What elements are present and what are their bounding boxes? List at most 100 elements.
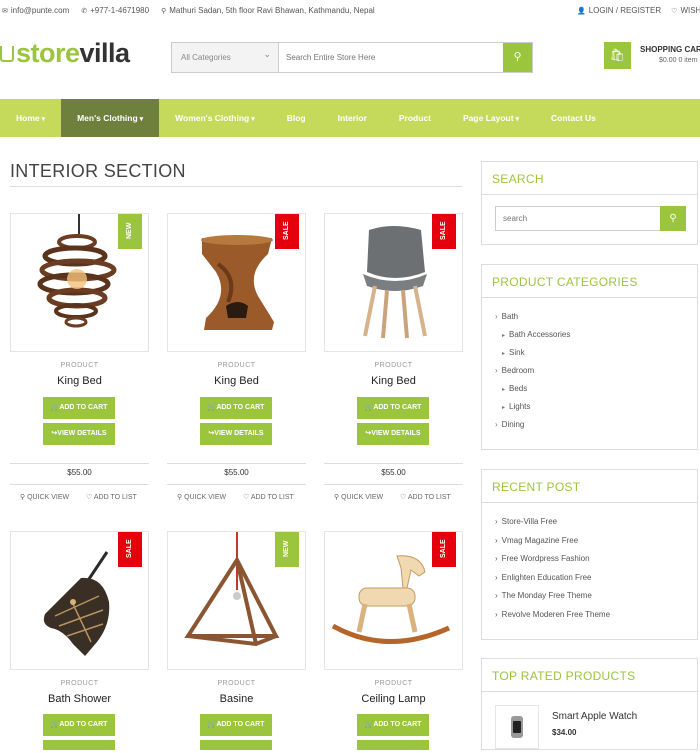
product-thumbnail[interactable] xyxy=(495,705,539,749)
divider xyxy=(324,484,463,485)
category-sink[interactable]: Sink xyxy=(502,348,525,357)
divider xyxy=(10,484,149,485)
new-badge: NEW xyxy=(275,532,299,567)
recent-post-link[interactable]: Revolve Moderen Free Theme xyxy=(495,610,610,619)
nav-product[interactable]: Product xyxy=(383,99,447,137)
product-name[interactable]: King Bed xyxy=(324,375,463,387)
add-to-cart-button[interactable]: 🛒ADD TO CART xyxy=(200,714,272,736)
add-to-cart-button[interactable]: 🛒ADD TO CART xyxy=(43,714,115,736)
add-to-cart-button[interactable]: 🛒ADD TO CART xyxy=(43,397,115,419)
view-details-button[interactable]: ↪VIEW DETAILS xyxy=(200,423,272,445)
divider xyxy=(324,463,463,464)
sidebar-search-button[interactable]: ⚲ xyxy=(660,206,686,231)
divider xyxy=(167,484,306,485)
product-image[interactable]: SALE xyxy=(167,213,306,352)
product-type: PRODUCT xyxy=(374,362,413,369)
quick-view-link[interactable]: ⚲ QUICK VIEW xyxy=(334,493,383,501)
recent-post-link[interactable]: Enlighten Education Free xyxy=(495,573,592,582)
cart-icon: 🛒 xyxy=(207,721,217,728)
search-input[interactable] xyxy=(279,43,503,72)
product-image[interactable]: SALE xyxy=(324,531,463,670)
cart-title: SHOPPING CAR xyxy=(640,45,700,54)
recent-post-widget: RECENT POST Store-Villa Free Vmag Magazi… xyxy=(481,469,698,640)
section-title: INTERIOR SECTION xyxy=(10,161,186,181)
shopping-cart[interactable]: 🛍 SHOPPING CAR $0.00 0 item xyxy=(604,42,700,69)
product-name[interactable]: King Bed xyxy=(167,375,306,387)
add-to-list-link[interactable]: ♡ ADD TO LIST xyxy=(86,493,137,501)
cart-logo-icon xyxy=(0,46,14,62)
nav-contact[interactable]: Contact Us xyxy=(535,99,612,137)
add-to-list-link[interactable]: ♡ ADD TO LIST xyxy=(400,493,451,501)
add-to-cart-button[interactable]: 🛒ADD TO CART xyxy=(200,397,272,419)
heart-icon: ♡ xyxy=(671,8,678,15)
search-icon: ⚲ xyxy=(334,494,340,501)
quick-view-link[interactable]: ⚲ QUICK VIEW xyxy=(177,493,226,501)
email-info[interactable]: ✉ info@punte.com xyxy=(2,6,69,15)
category-lights[interactable]: Lights xyxy=(502,402,530,411)
search-button[interactable]: ⚲ xyxy=(503,43,532,72)
nav-womens-clothing[interactable]: Women's Clothing xyxy=(159,99,271,137)
phone-info: ✆ +977-1-4671980 xyxy=(81,6,150,15)
product-name[interactable]: Basine xyxy=(167,693,306,705)
top-bar: ✉ info@punte.com ✆ +977-1-4671980 ⚲ Mathuri… xyxy=(0,0,700,20)
heart-icon: ♡ xyxy=(86,494,93,501)
quick-view-link[interactable]: ⚲ QUICK VIEW xyxy=(20,493,69,501)
recent-post-link[interactable]: The Monday Free Theme xyxy=(495,591,592,600)
nav-blog[interactable]: Blog xyxy=(271,99,322,137)
widget-title: PRODUCT CATEGORIES xyxy=(482,265,697,298)
search-icon: ⚲ xyxy=(513,51,522,63)
product-type: PRODUCT xyxy=(217,362,256,369)
product-image[interactable]: NEW xyxy=(10,213,149,352)
recent-post-link[interactable]: Free Wordpress Fashion xyxy=(495,554,590,563)
search-icon: ⚲ xyxy=(669,213,677,224)
cart-icon: 🛒 xyxy=(364,404,374,411)
recent-post-link[interactable]: Vmag Magazine Free xyxy=(495,536,578,545)
view-details-button[interactable]: ↪VIEW DETAILS xyxy=(43,423,115,445)
view-details-button[interactable]: ↪VIEW DETAILS xyxy=(357,423,429,445)
nav-interior[interactable]: Interior xyxy=(322,99,383,137)
wishlist-link[interactable]: ♡WISHLI xyxy=(671,6,700,15)
product-image[interactable]: SALE xyxy=(10,531,149,670)
login-link[interactable]: 👤 LOGIN / REGISTER xyxy=(577,6,661,15)
divider xyxy=(10,463,149,464)
heart-icon: ♡ xyxy=(400,494,407,501)
product-type: PRODUCT xyxy=(60,680,99,687)
product-type: PRODUCT xyxy=(217,680,256,687)
add-to-cart-button[interactable]: 🛒ADD TO CART xyxy=(357,397,429,419)
sidebar-search-input[interactable] xyxy=(495,206,661,231)
sale-badge: SALE xyxy=(118,532,142,567)
product-image[interactable]: NEW xyxy=(167,531,306,670)
address-info: ⚲ Mathuri Sadan, 5th floor Ravi Bhawan, K… xyxy=(161,6,375,15)
product-price: $55.00 xyxy=(224,468,249,477)
cart-icon: 🛒 xyxy=(50,404,60,411)
divider xyxy=(10,186,462,187)
add-to-cart-button[interactable]: 🛒ADD TO CART xyxy=(357,714,429,736)
view-details-button[interactable] xyxy=(43,740,115,750)
category-bedroom[interactable]: Bedroom xyxy=(495,366,534,375)
nav-mens-clothing[interactable]: Men's Clothing xyxy=(61,99,160,137)
sale-badge: SALE xyxy=(432,214,456,249)
new-badge: NEW xyxy=(118,214,142,249)
category-dining[interactable]: Dining xyxy=(495,420,525,429)
product-name[interactable]: King Bed xyxy=(10,375,149,387)
category-beds[interactable]: Beds xyxy=(502,384,527,393)
top-product-name[interactable]: Smart Apple Watch xyxy=(552,711,637,722)
category-select[interactable]: All Categories xyxy=(172,43,279,72)
product-name[interactable]: Ceiling Lamp xyxy=(324,693,463,705)
product-name[interactable]: Bath Shower xyxy=(10,693,149,705)
cart-icon: 🛒 xyxy=(50,721,60,728)
recent-post-link[interactable]: Store-Villa Free xyxy=(495,517,557,526)
watch-image xyxy=(511,716,523,738)
divider xyxy=(167,463,306,464)
logo[interactable]: storevilla xyxy=(0,38,130,69)
view-details-button[interactable] xyxy=(357,740,429,750)
category-bath-accessories[interactable]: Bath Accessories xyxy=(502,330,570,339)
cart-icon: 🛒 xyxy=(364,721,374,728)
widget-title: TOP RATED PRODUCTS xyxy=(482,659,697,692)
nav-page-layout[interactable]: Page Layout xyxy=(447,99,535,137)
nav-home[interactable]: Home xyxy=(0,99,61,137)
category-bath[interactable]: Bath xyxy=(495,312,518,321)
view-details-button[interactable] xyxy=(200,740,272,750)
add-to-list-link[interactable]: ♡ ADD TO LIST xyxy=(243,493,294,501)
product-image[interactable]: SALE xyxy=(324,213,463,352)
